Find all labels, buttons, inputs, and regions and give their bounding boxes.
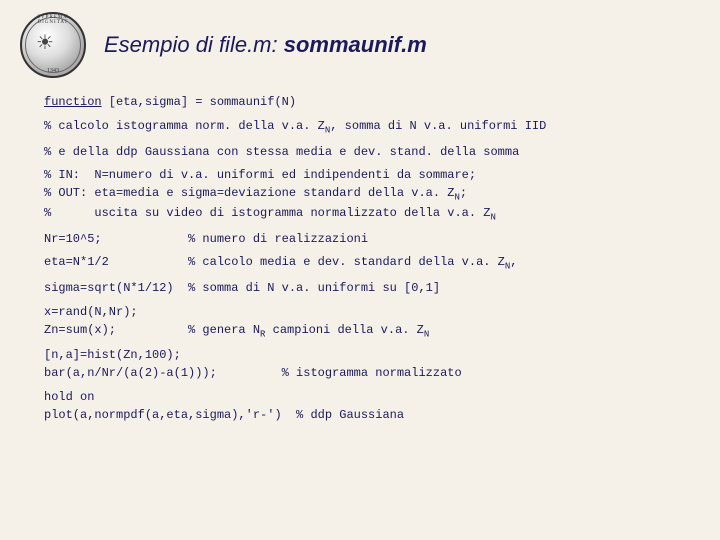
code-line: x=rand(N,Nr); bbox=[44, 304, 676, 322]
code-line-comment: % calcolo istogramma norm. della v.a. ZN… bbox=[44, 118, 676, 138]
code-line-comment: % IN: N=numero di v.a. uniformi ed indip… bbox=[44, 167, 676, 185]
code-line-function: function [eta,sigma] = sommaunif(N) bbox=[44, 94, 676, 112]
code-line-comment: % OUT: eta=media e sigma=deviazione stan… bbox=[44, 185, 676, 205]
university-seal-icon: SVPREMÆ DIGNITAT 1343 bbox=[20, 12, 86, 78]
title-prefix: Esempio di file.m: bbox=[104, 32, 284, 57]
slide-title: Esempio di file.m: sommaunif.m bbox=[104, 32, 427, 58]
code-line: sigma=sqrt(N*1/12) % somma di N v.a. uni… bbox=[44, 280, 676, 298]
slide-header: SVPREMÆ DIGNITAT 1343 Esempio di file.m:… bbox=[0, 0, 720, 86]
code-listing: function [eta,sigma] = sommaunif(N) % ca… bbox=[0, 86, 720, 437]
code-line: Zn=sum(x); % genera NR campioni della v.… bbox=[44, 322, 676, 342]
code-line-comment: % e della ddp Gaussiana con stessa media… bbox=[44, 144, 676, 162]
seal-year-text: 1343 bbox=[22, 68, 84, 74]
seal-top-text: SVPREMÆ DIGNITAT bbox=[22, 15, 84, 25]
code-line: hold on bbox=[44, 389, 676, 407]
code-line: [n,a]=hist(Zn,100); bbox=[44, 347, 676, 365]
code-line: bar(a,n/Nr/(a(2)-a(1))); % istogramma no… bbox=[44, 365, 676, 383]
code-line: plot(a,normpdf(a,eta,sigma),'r-') % ddp … bbox=[44, 407, 676, 425]
code-line: eta=N*1/2 % calcolo media e dev. standar… bbox=[44, 254, 676, 274]
code-line: Nr=10^5; % numero di realizzazioni bbox=[44, 231, 676, 249]
code-line-comment: % uscita su video di istogramma normaliz… bbox=[44, 205, 676, 225]
title-filename: sommaunif.m bbox=[284, 32, 427, 57]
